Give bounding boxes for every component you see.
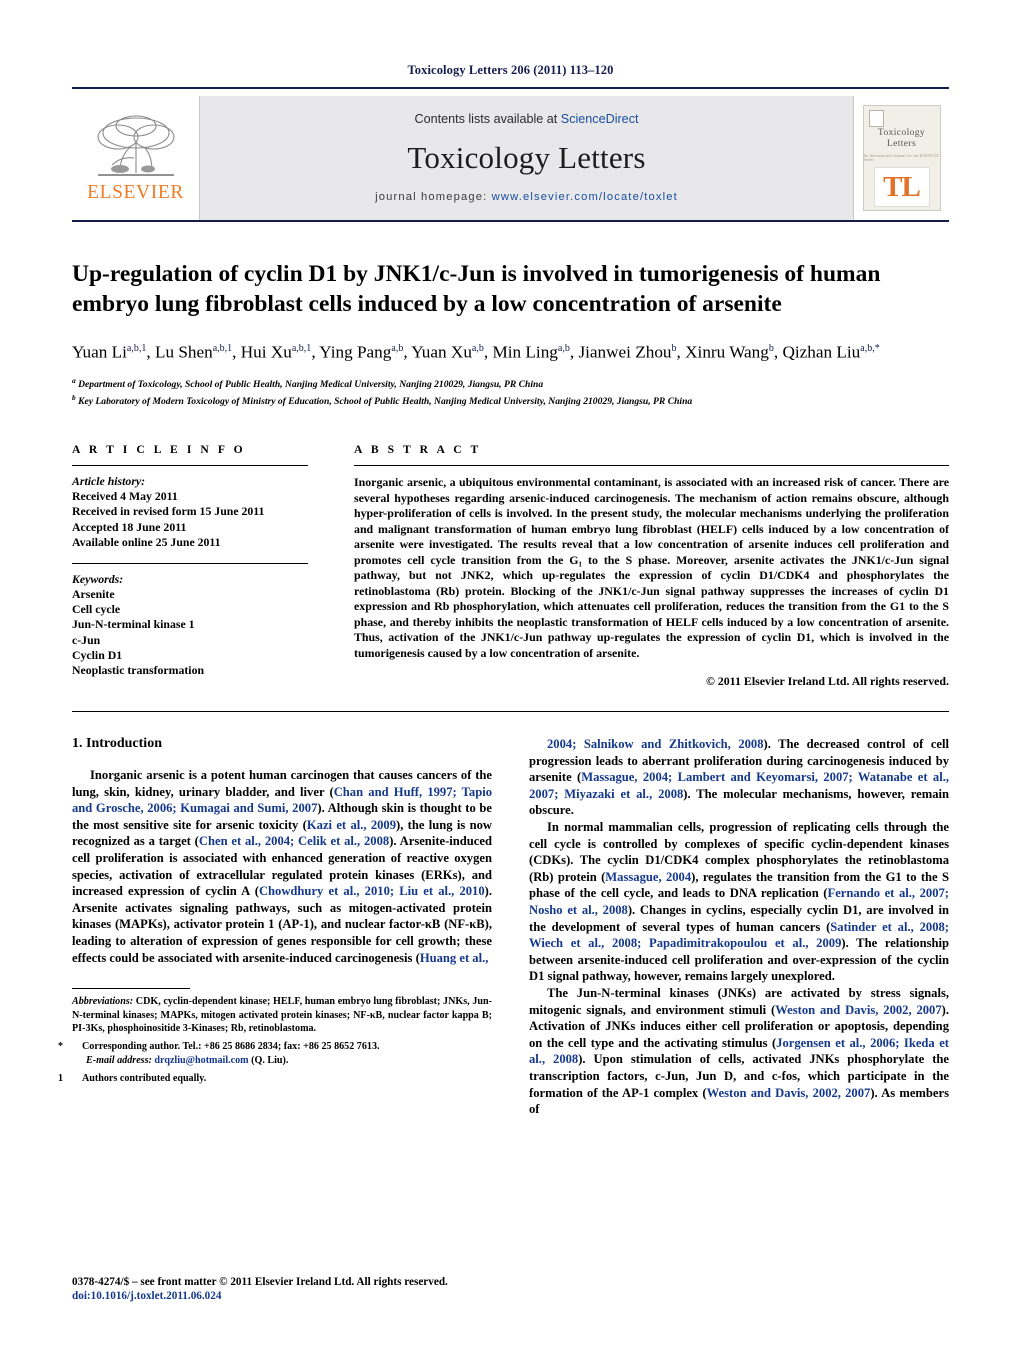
email-label: E-mail address: [86,1054,152,1066]
section-heading-introduction: 1. Introduction [72,736,162,752]
cover-journal-title: Toxicology Letters [877,128,926,149]
affiliation-line: b Key Laboratory of Modern Toxicology of… [72,392,693,408]
email-link[interactable]: drqzliu@hotmail.com [154,1055,248,1066]
keyword-item: c-Jun [72,632,101,647]
abstract-heading: A B S T R A C T [354,443,482,457]
info-abstract-row: A R T I C L E I N F O Article history: R… [72,443,949,689]
abstract-bottom-rule [72,711,949,713]
corresponding-text: Corresponding author. Tel.: +86 25 8686 … [82,1041,380,1053]
footnote-rule [72,988,190,990]
article-info-rule [72,465,308,467]
cover-elsevier-icon [868,110,884,127]
article-history-item: Accepted 18 June 2011 [72,519,187,534]
header-rule [72,87,949,89]
journal-banner: ELSEVIER Contents lists available at Sci… [72,96,949,220]
elsevier-logo: ELSEVIER [72,96,200,220]
article-history-item: Received in revised form 15 June 2011 [72,504,265,519]
intro-paragraph-right: The Jun-N-terminal kinases (JNKs) are ac… [529,986,949,1117]
equal-text: Authors contributed equally. [82,1073,207,1085]
footnote-equal-contribution: 1 Authors contributed equally. [58,1072,492,1085]
homepage-prefix: journal homepage: [375,190,492,203]
intro-paragraph-right: 2004; Salnikow and Zhitkovich, 2008). Th… [529,737,949,818]
corresponding-mark: * [58,1041,64,1053]
doi-link[interactable]: doi:10.1016/j.toxlet.2011.06.024 [72,1289,448,1304]
keywords-list: Arsenite Cell cycle Jun-N-terminal kinase … [72,587,308,678]
abbreviations-label: Abbreviations: [72,996,134,1008]
body-columns: 1. Introduction Inorganic arsenic is a p… [58,736,949,1118]
intro-paragraph-right: In normal mammalian cells, progression o… [529,820,950,984]
footnote-abbreviations: Abbreviations: CDK, cyclin-dependent kin… [72,995,492,1035]
banner-bottom-rule [72,220,949,222]
homepage-link[interactable]: www.elsevier.com/locate/toxlet [492,191,678,203]
keyword-item: Cell cycle [72,602,121,617]
article-history-item: Received 4 May 2011 [72,489,178,504]
elsevier-wordmark: ELSEVIER [87,181,184,203]
running-head: Toxicology Letters 206 (2011) 113–120 [407,63,614,77]
intro-paragraph-left: Inorganic arsenic is a potent human carc… [72,768,492,965]
article-info-heading: A R T I C L E I N F O [72,443,246,457]
article-info-column: A R T I C L E I N F O Article history: R… [72,443,330,689]
abstract-column: A B S T R A C T Inorganic arsenic, a ubi… [330,443,949,689]
cover-subtitle: An International Journal for the EUROTOX… [863,154,940,162]
journal-title: Toxicology Letters [407,139,646,175]
affiliations: a Department of Toxicology, School of Pu… [72,374,949,408]
footnote-corresponding-author: * Corresponding author. Tel.: +86 25 8686… [58,1040,492,1067]
keyword-item: Neoplastic transformation [72,662,205,677]
issn-line: 0378-4274/$ – see front matter © 2011 El… [72,1275,448,1288]
journal-banner-center: Contents lists available at ScienceDirec… [200,96,853,220]
article-history-label: Article history: [72,474,146,489]
article-history-list: Received 4 May 2011 Received in revised f… [72,489,308,550]
body-column-left: 1. Introduction Inorganic arsenic is a p… [58,736,492,1118]
abstract-copyright: © 2011 Elsevier Ireland Ltd. All rights … [705,674,949,689]
abstract-rule [354,465,949,467]
email-suffix: (Q. Liu). [248,1054,289,1066]
abbreviations-text: CDK, cyclin-dependent kinase; HELF, huma… [72,996,492,1035]
elsevier-tree-icon [96,114,175,176]
contents-lists-line: Contents lists available at ScienceDirec… [414,112,638,126]
keyword-item: Arsenite [72,586,115,601]
keywords-rule [72,562,308,564]
keyword-item: Cyclin D1 [72,647,123,662]
affiliation-line: a Department of Toxicology, School of Pu… [72,375,544,390]
body-column-right: 2004; Salnikow and Zhitkovich, 2008). Th… [529,736,949,1118]
article-history-item: Available online 25 June 2011 [72,534,221,549]
cover-monogram: TL [873,167,930,207]
keyword-item: Jun-N-terminal kinase 1 [72,617,195,632]
article-page: Toxicology Letters 206 (2011) 113–120 EL… [0,0,1021,1351]
contents-prefix: Contents lists available at [414,111,561,126]
cover-card: Toxicology Letters An International Journ… [862,105,941,211]
abstract-text: Inorganic arsenic, a ubiquitous environm… [354,475,949,660]
journal-cover-thumbnail: Toxicology Letters An International Journ… [853,96,949,220]
author-list: Yuan Lia,b,1, Lu Shena,b,1, Hui Xua,b,1,… [72,342,880,362]
keywords-label: Keywords: [72,571,124,586]
sciencedirect-link[interactable]: ScienceDirect [561,112,639,126]
journal-homepage-line: journal homepage: www.elsevier.com/locat… [375,191,678,203]
page-title: Up-regulation of cyclin D1 by JNK1/c-Jun… [72,261,881,317]
footer-issn-block: 0378-4274/$ – see front matter © 2011 El… [72,1275,448,1304]
equal-mark: 1 [58,1073,64,1085]
